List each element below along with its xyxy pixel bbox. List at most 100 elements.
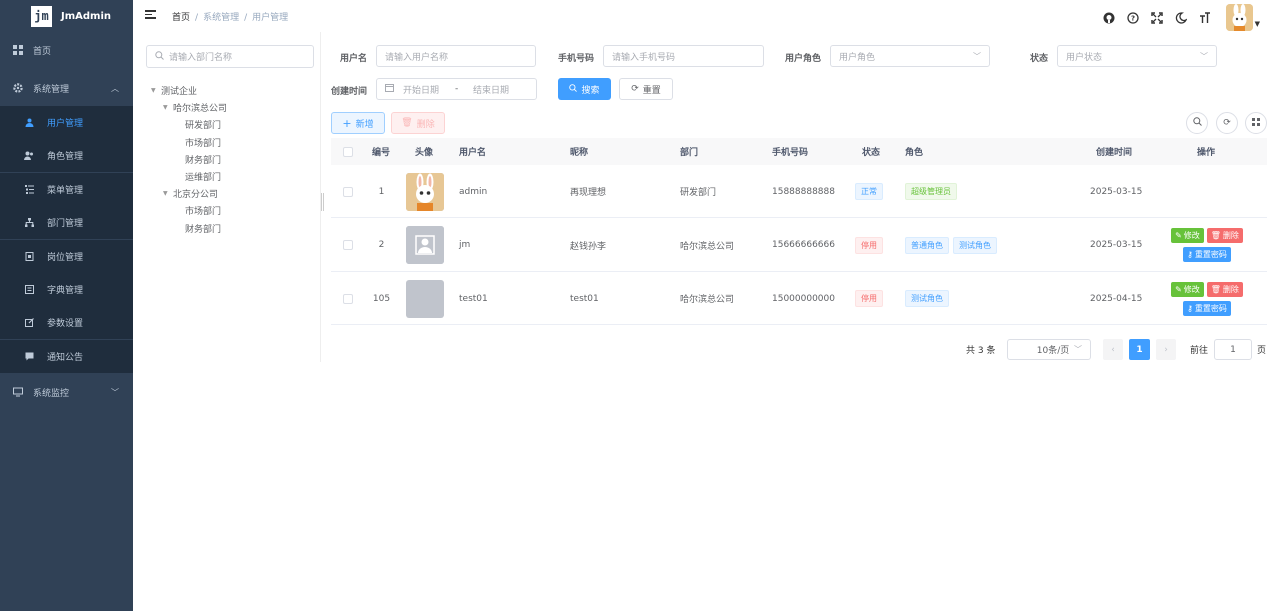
hamburger-icon[interactable] bbox=[145, 10, 156, 19]
total-count: 共 3 条 bbox=[966, 346, 996, 356]
sidebar-item-6[interactable]: 参数设置 bbox=[0, 306, 133, 340]
username-input[interactable]: 请输入用户名称 bbox=[376, 45, 536, 67]
dept-tree-panel: 请输入部门名称 ▼ 测试企业 ▼ 哈尔滨总公司 研发部门 市场部门 财务部门 运维部门 ▼ 北京分… bbox=[133, 32, 321, 362]
cell-roles: 测试角色 bbox=[905, 272, 953, 325]
sidebar-group-label: 系统管理 bbox=[33, 84, 70, 95]
role-select[interactable]: 用户角色 ﹀ bbox=[830, 45, 990, 67]
cell-username: admin bbox=[459, 186, 488, 197]
cell-roles: 超级管理员 bbox=[905, 165, 961, 218]
col-avatar: 头像 bbox=[415, 148, 434, 158]
delete-row-button[interactable]: 🗑 删除 bbox=[1206, 228, 1243, 243]
cell-created: 2025-03-15 bbox=[1090, 240, 1143, 250]
sidebar: jm JmAdmin 首页 系统管理 ︿ 用户管理 角色管理 菜单管理 部门管理 岗位管… bbox=[0, 0, 133, 611]
sidebar-item-7[interactable]: 通知公告 bbox=[0, 339, 133, 373]
sidebar-item-label: 用户管理 bbox=[47, 119, 84, 129]
app-name: JmAdmin bbox=[61, 10, 112, 22]
sidebar-item-4[interactable]: 岗位管理 bbox=[0, 239, 133, 273]
sidebar-group-system[interactable]: 系统管理 ︿ bbox=[0, 75, 133, 101]
tree-node[interactable]: 研发部门 bbox=[175, 118, 221, 131]
col-id: 编号 bbox=[372, 148, 391, 158]
monitor-icon bbox=[13, 387, 23, 397]
cell-phone: 15666666666 bbox=[772, 240, 835, 250]
tree-node[interactable]: 市场部门 bbox=[175, 204, 221, 217]
status-badge: 停用 bbox=[855, 290, 883, 307]
chevron-down-icon: ﹀ bbox=[973, 51, 981, 61]
dark-mode-icon[interactable] bbox=[1174, 11, 1188, 25]
reset-password-button[interactable]: ⚷ 重置密码 bbox=[1183, 300, 1231, 316]
edit-icon: ✎ bbox=[1175, 284, 1182, 294]
col-dept: 部门 bbox=[680, 148, 699, 158]
dashboard-icon bbox=[13, 45, 23, 55]
calendar-icon bbox=[385, 83, 394, 95]
post-icon bbox=[24, 251, 34, 261]
github-icon[interactable] bbox=[1102, 11, 1116, 25]
tree-node[interactable]: ▼ 测试企业 bbox=[151, 84, 197, 97]
chevron-down-icon: ﹀ bbox=[111, 387, 119, 397]
dept-search-input[interactable]: 请输入部门名称 bbox=[146, 45, 314, 68]
refresh-icon: ⟳ bbox=[1223, 118, 1231, 128]
status-badge: 停用 bbox=[855, 236, 883, 254]
caret-down-icon[interactable]: ▼ bbox=[1255, 20, 1260, 28]
cell-phone: 15888888888 bbox=[772, 186, 835, 197]
phone-input[interactable]: 请输入手机号码 bbox=[603, 45, 764, 67]
chevron-down-icon: ﹀ bbox=[1074, 345, 1082, 354]
refresh-button[interactable]: ⟳ bbox=[1216, 112, 1238, 134]
sidebar-item-0[interactable]: 用户管理 bbox=[0, 106, 133, 139]
edit-button[interactable]: ✎ 修改 bbox=[1171, 228, 1204, 243]
tree-node[interactable]: 市场部门 bbox=[175, 136, 221, 149]
reset-button[interactable]: ⟳ 重置 bbox=[619, 78, 673, 100]
page-1-button[interactable]: 1 bbox=[1129, 339, 1150, 360]
sidebar-item-home[interactable]: 首页 bbox=[0, 38, 133, 62]
search-button[interactable]: 搜索 bbox=[558, 78, 611, 100]
refresh-icon: ⟳ bbox=[631, 84, 639, 94]
help-icon[interactable]: ? bbox=[1126, 11, 1140, 25]
cell-actions bbox=[1157, 165, 1257, 218]
resize-handle[interactable] bbox=[321, 193, 324, 211]
add-button[interactable]: + 新增 bbox=[331, 112, 385, 134]
breadcrumb-section[interactable]: 系统管理 bbox=[203, 13, 239, 23]
delete-row-button[interactable]: 🗑 删除 bbox=[1206, 281, 1243, 297]
user-avatar[interactable] bbox=[1225, 4, 1253, 31]
table-header: 编号 头像 用户名 昵称 部门 手机号码 状态 角色 创建时间 操作 bbox=[331, 138, 1267, 165]
columns-button[interactable] bbox=[1245, 112, 1267, 134]
top-header: 首页 / 系统管理 / 用户管理 ? ▼ bbox=[133, 0, 1280, 32]
role-tag: 测试角色 bbox=[953, 236, 997, 254]
cell-created: 2025-04-15 bbox=[1090, 293, 1143, 304]
table-row: 2 jm 赵钱孙李 哈尔滨总公司 15666666666 停用 普通角色 测试角色 2025-0… bbox=[331, 219, 1267, 272]
breadcrumb-home[interactable]: 首页 bbox=[172, 13, 190, 23]
toggle-search-button[interactable] bbox=[1186, 112, 1208, 134]
col-status: 状态 bbox=[862, 148, 881, 158]
tree-node[interactable]: 财务部门 bbox=[175, 153, 221, 166]
select-all-checkbox[interactable] bbox=[343, 138, 353, 165]
date-range-picker[interactable]: 开始日期 - 结束日期 bbox=[376, 78, 537, 100]
tree-node[interactable]: ▼ 哈尔滨总公司 bbox=[163, 101, 227, 114]
reset-password-button[interactable]: ⚷ 重置密码 bbox=[1183, 247, 1231, 262]
fullscreen-icon[interactable] bbox=[1150, 11, 1164, 25]
tree-node[interactable]: 财务部门 bbox=[175, 222, 221, 235]
trash-icon: 🗑 bbox=[1210, 231, 1221, 240]
delete-button[interactable]: 🗑 删除 bbox=[391, 112, 445, 134]
prev-page-button[interactable]: ‹ bbox=[1103, 339, 1123, 360]
font-size-icon[interactable] bbox=[1198, 11, 1212, 25]
sidebar-item-5[interactable]: 字典管理 bbox=[0, 273, 133, 306]
sidebar-item-2[interactable]: 菜单管理 bbox=[0, 172, 133, 206]
status-label: 状态 bbox=[1030, 54, 1049, 64]
sidebar-group-monitor[interactable]: 系统监控 ﹀ bbox=[0, 380, 133, 404]
goto-page-input[interactable]: 1 bbox=[1214, 339, 1252, 360]
avatar bbox=[406, 279, 444, 318]
page-size-select[interactable]: 10条/页 ﹀ bbox=[1007, 339, 1091, 360]
edit-button[interactable]: ✎ 修改 bbox=[1171, 281, 1204, 297]
next-page-button[interactable]: › bbox=[1156, 339, 1176, 360]
created-label: 创建时间 bbox=[331, 87, 368, 97]
status-select[interactable]: 用户状态 ﹀ bbox=[1057, 45, 1217, 67]
sidebar-item-3[interactable]: 部门管理 bbox=[0, 206, 133, 240]
sidebar-item-label: 角色管理 bbox=[47, 152, 84, 163]
table-row: 105 test01 test01 哈尔滨总公司 15000000000 停用 测试角色 20… bbox=[331, 272, 1267, 325]
col-nickname: 昵称 bbox=[570, 148, 589, 158]
tree-node[interactable]: 运维部门 bbox=[175, 170, 221, 183]
sidebar-item-label: 部门管理 bbox=[47, 219, 84, 230]
plus-icon: + bbox=[342, 116, 352, 130]
tree-node[interactable]: ▼ 北京分公司 bbox=[163, 187, 218, 200]
sidebar-item-1[interactable]: 角色管理 bbox=[0, 139, 133, 173]
sidebar-item-label: 参数设置 bbox=[47, 319, 84, 330]
